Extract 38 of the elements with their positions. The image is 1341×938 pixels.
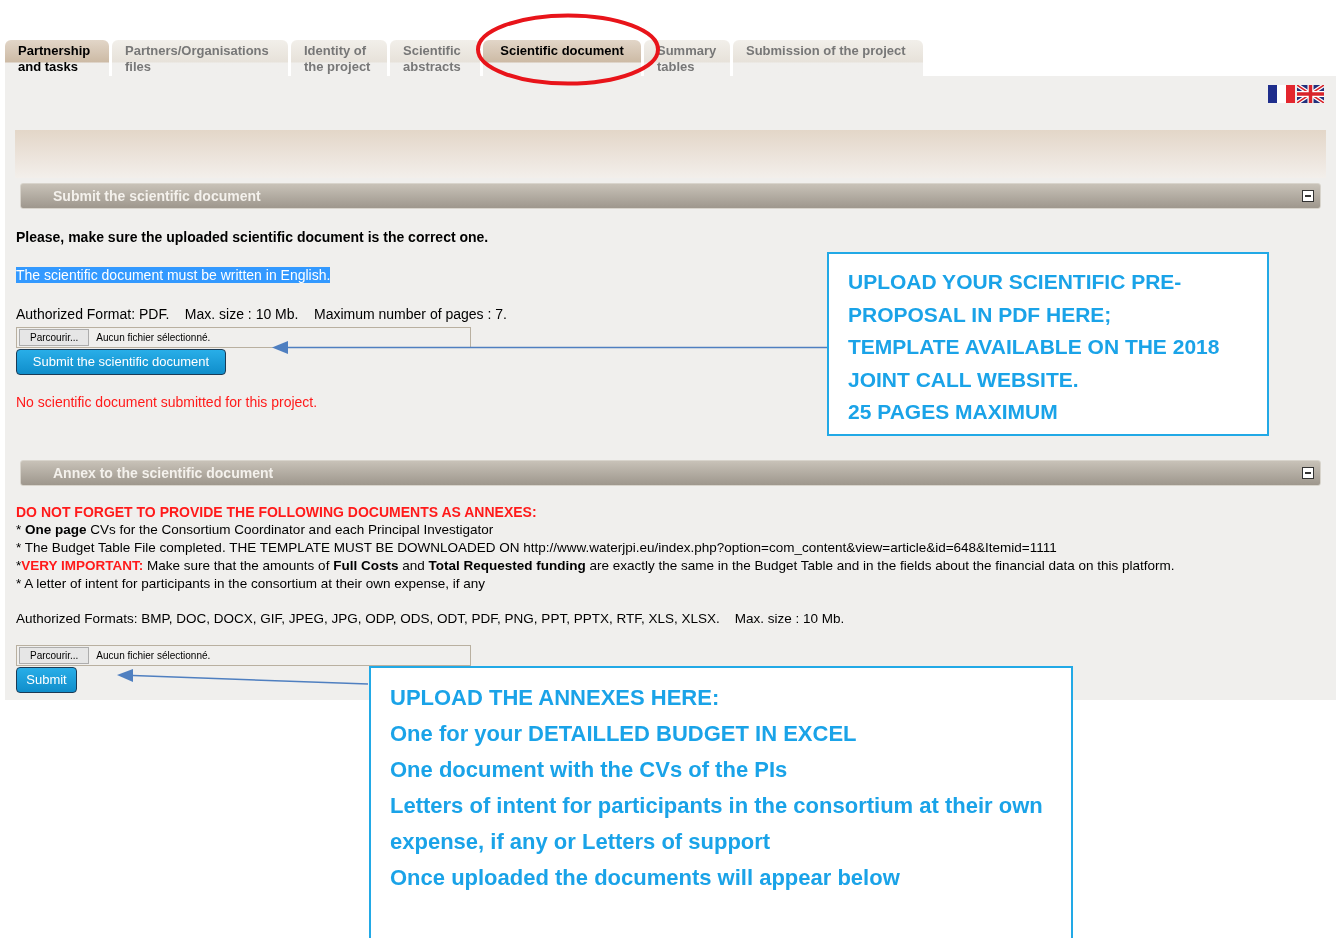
- collapse-icon[interactable]: [1302, 190, 1314, 202]
- annex-requirement: *One page CVs for the Consortium Coordinator and each Principal Investigator: [16, 521, 495, 539]
- tab[interactable]: Partners/Organisations files: [112, 40, 288, 76]
- tab[interactable]: Scientific abstracts: [390, 40, 480, 76]
- french-flag-icon[interactable]: [1268, 85, 1295, 103]
- tab[interactable]: Summary tables: [644, 40, 730, 76]
- file-input[interactable]: Parcourir... Aucun fichier sélectionné.: [16, 327, 471, 348]
- annex-requirement: *VERY IMPORTANT: Make sure that the amounts of Full Costs and Total Requested funding are exactly the same in the Budget Table and in the fields about the financial data on this platform.: [16, 557, 1176, 575]
- tab[interactable]: Identity of the project: [291, 40, 387, 76]
- callout-text: UPLOAD THE ANNEXES HERE:: [390, 684, 721, 712]
- british-flag-icon[interactable]: [1297, 85, 1324, 103]
- file-status: Aucun fichier sélectionné.: [96, 331, 211, 345]
- annex-requirement: * The Budget Table File completed. THE TEMPLATE MUST BE DOWNLOADED ON http://www.waterjpi.eu/index.php?option=com_content&view=article&id=648&Itemid=1111: [16, 539, 1058, 557]
- callout-text: Once uploaded the documents will appear below: [390, 864, 901, 892]
- browse-button[interactable]: Parcourir...: [19, 329, 90, 346]
- annex-heading: DO NOT FORGET TO PROVIDE THE FOLLOWING DOCUMENTS AS ANNEXES:: [16, 503, 538, 521]
- submit-button[interactable]: Submit the scientific document: [16, 349, 226, 375]
- submit-button[interactable]: Submit: [16, 667, 77, 693]
- callout-text: One for your DETAILLED BUDGET IN EXCEL: [390, 720, 858, 748]
- error-message: No scientific document submitted for this project.: [16, 393, 318, 412]
- collapse-icon[interactable]: [1302, 467, 1314, 479]
- browse-button[interactable]: Parcourir...: [19, 647, 90, 664]
- format-info: Authorized Formats: BMP, DOC, DOCX, GIF, JPEG, JPG, ODP, ODS, ODT, PDF, PNG, PPT, PPTX, RTF, XLS, XLSX. Max. size : 10 Mb.: [16, 610, 845, 628]
- file-input[interactable]: Parcourir... Aucun fichier sélectionné.: [16, 645, 471, 666]
- language-note: The scientific document must be written in English.: [16, 267, 331, 283]
- callout-text: UPLOAD YOUR SCIENTIFIC PRE-PROPOSAL IN PDF HERE; TEMPLATE AVAILABLE ON THE 2018 JOINT CALL WEBSITE.: [848, 269, 1221, 393]
- tab[interactable]: Scientific document: [483, 40, 641, 76]
- callout-text: 25 PAGES MAXIMUM: [848, 399, 1059, 425]
- section-title: Annex to the scientific document: [53, 463, 274, 483]
- callout-text: One document with the CVs of the PIs: [390, 756, 789, 784]
- callout-text: Letters of intent for participants in the consortium at their own expense, if any or Letters of support: [390, 792, 1044, 856]
- tab[interactable]: Partnership and tasks: [5, 40, 109, 76]
- format-info: Authorized Format: PDF. Max. size : 10 Mb. Maximum number of pages : 7.: [16, 305, 507, 324]
- annex-requirement: * A letter of intent for participants in the consortium at their own expense, if any: [16, 575, 486, 593]
- file-status: Aucun fichier sélectionné.: [96, 648, 211, 663]
- tab[interactable]: Submission of the project: [733, 40, 923, 76]
- notice-text: Please, make sure the uploaded scientific document is the correct one.: [16, 228, 489, 247]
- section-title: Submit the scientific document: [53, 186, 261, 206]
